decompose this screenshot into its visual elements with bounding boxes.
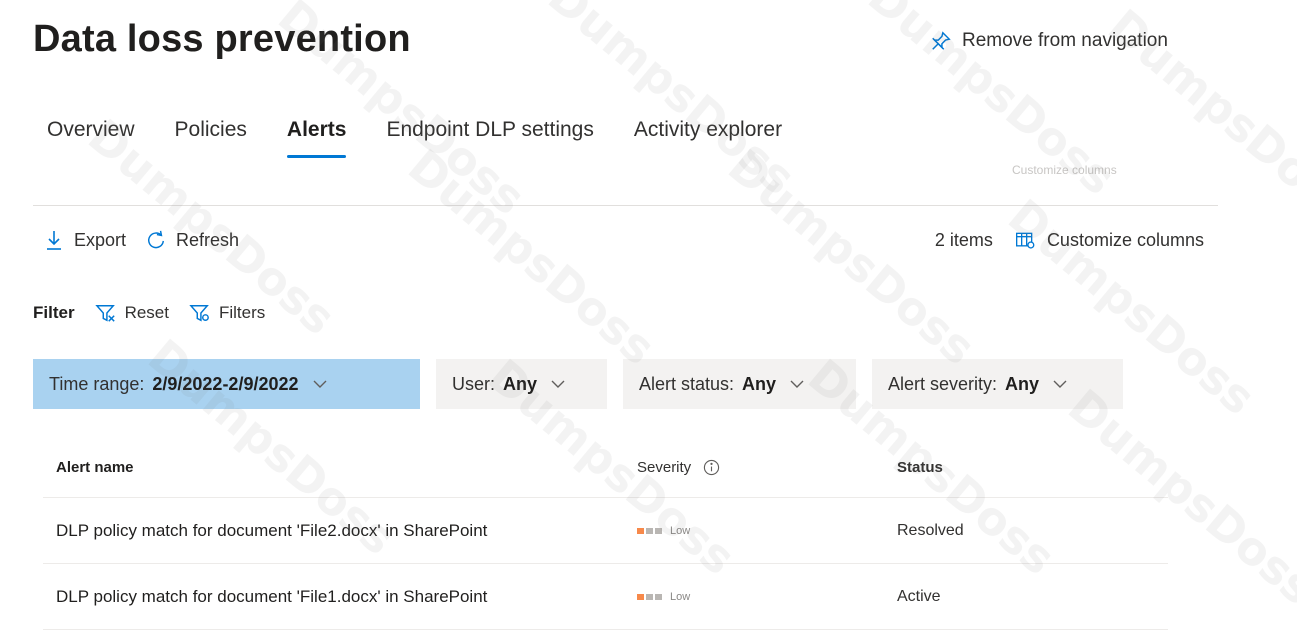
remove-from-navigation-button[interactable]: Remove from navigation bbox=[930, 30, 1168, 52]
severity-bars bbox=[637, 527, 662, 534]
status-cell: Active bbox=[897, 587, 941, 605]
severity-cell: Low bbox=[637, 525, 897, 537]
column-header-alert-name[interactable]: Alert name bbox=[43, 459, 637, 476]
download-icon bbox=[47, 231, 61, 250]
time-range-key: Time range: bbox=[49, 373, 145, 394]
alert-severity-filter[interactable]: Alert severity: Any bbox=[872, 359, 1123, 409]
command-bar-right: 2 items Customize columns bbox=[935, 229, 1204, 251]
tab-policies[interactable]: Policies bbox=[175, 118, 247, 158]
export-label: Export bbox=[74, 229, 127, 250]
column-header-severity[interactable]: Severity bbox=[637, 459, 897, 476]
alert-severity-value: Any bbox=[1005, 373, 1040, 394]
alerts-table: Alert name Severity Status DLP policy ma… bbox=[43, 438, 1168, 630]
severity-label: Low bbox=[670, 524, 691, 537]
reset-label: Reset bbox=[124, 303, 169, 322]
refresh-button[interactable]: Refresh bbox=[146, 229, 239, 251]
table-header: Alert name Severity Status bbox=[43, 438, 1168, 498]
item-count: 2 items bbox=[934, 229, 993, 250]
watermark: DumpsDoss bbox=[398, 138, 666, 376]
chevron-down-icon bbox=[790, 380, 804, 388]
chevron-down-icon bbox=[551, 380, 565, 388]
page-title: Data loss prevention bbox=[33, 18, 411, 60]
chevron-down-icon bbox=[1053, 380, 1067, 388]
table-row[interactable]: DLP policy match for document 'File2.doc… bbox=[43, 498, 1168, 564]
tab-bar: Overview Policies Alerts Endpoint DLP se… bbox=[47, 118, 822, 158]
severity-cell: Low bbox=[637, 591, 897, 603]
user-key: User: bbox=[452, 373, 496, 394]
filters-button[interactable]: Filters bbox=[189, 303, 265, 323]
filters-label: Filters bbox=[218, 303, 266, 322]
alert-status-value: Any bbox=[742, 373, 777, 394]
watermark: DumpsDoss bbox=[718, 138, 986, 376]
tab-activity-explorer[interactable]: Activity explorer bbox=[634, 118, 782, 158]
alert-status-filter[interactable]: Alert status: Any bbox=[623, 359, 856, 409]
tab-overview[interactable]: Overview bbox=[47, 118, 135, 158]
customize-columns-label: Customize columns bbox=[1046, 229, 1204, 250]
export-button[interactable]: Export bbox=[44, 229, 126, 251]
alert-name: DLP policy match for document 'File1.doc… bbox=[56, 586, 488, 606]
severity-bars bbox=[637, 593, 662, 600]
reset-filters-button[interactable]: Reset bbox=[94, 303, 169, 323]
table-row[interactable]: DLP policy match for document 'File1.doc… bbox=[43, 564, 1168, 630]
columns-icon bbox=[1015, 232, 1035, 249]
tab-endpoint-dlp-settings[interactable]: Endpoint DLP settings bbox=[386, 118, 593, 158]
refresh-icon bbox=[148, 230, 165, 249]
time-range-filter[interactable]: Time range: 2/9/2022-2/9/2022 bbox=[33, 359, 420, 409]
user-value: Any bbox=[503, 373, 538, 394]
severity-header-label: Severity bbox=[637, 459, 692, 476]
command-bar: Export Refresh bbox=[44, 229, 239, 251]
unpin-icon bbox=[932, 31, 951, 50]
filter-label: Filter bbox=[33, 303, 75, 322]
info-icon[interactable] bbox=[703, 459, 720, 476]
alert-status-key: Alert status: bbox=[639, 373, 735, 394]
filter-reset-icon bbox=[94, 305, 115, 322]
refresh-label: Refresh bbox=[176, 229, 240, 250]
remove-from-navigation-label: Remove from navigation bbox=[962, 30, 1168, 51]
status-cell: Resolved bbox=[897, 521, 964, 539]
filter-pills: Time range: 2/9/2022-2/9/2022 User: Any … bbox=[33, 359, 1123, 409]
column-header-status[interactable]: Status bbox=[897, 459, 1168, 476]
tab-alerts[interactable]: Alerts bbox=[286, 118, 346, 158]
filter-bar: Filter Reset Filters bbox=[33, 303, 265, 323]
time-range-value: 2/9/2022-2/9/2022 bbox=[152, 373, 299, 394]
filter-settings-icon bbox=[189, 305, 209, 322]
customize-columns-button[interactable]: Customize columns bbox=[1015, 229, 1204, 251]
watermark: DumpsDoss bbox=[538, 0, 806, 206]
alert-name: DLP policy match for document 'File2.doc… bbox=[56, 520, 488, 540]
divider bbox=[33, 205, 1218, 206]
severity-label: Low bbox=[670, 590, 691, 603]
ghost-customize-columns: Customize columns bbox=[1012, 163, 1117, 177]
alert-severity-key: Alert severity: bbox=[888, 373, 998, 394]
user-filter[interactable]: User: Any bbox=[436, 359, 607, 409]
chevron-down-icon bbox=[313, 380, 327, 388]
